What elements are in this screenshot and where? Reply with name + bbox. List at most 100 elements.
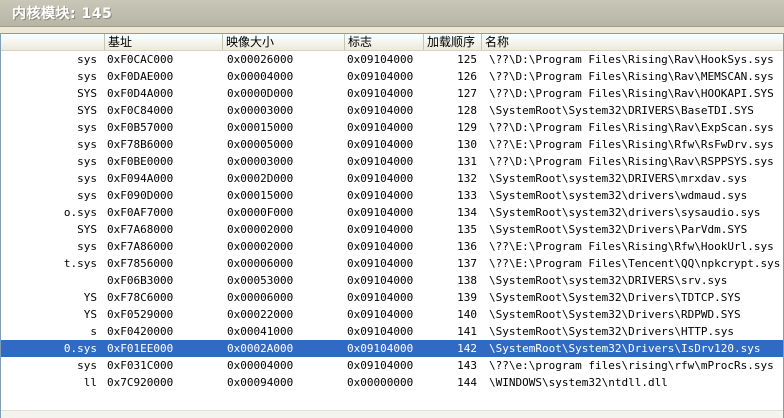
load-order-cell: 142 — [457, 342, 477, 355]
table-row-selected[interactable]: 0.sys 0xF01EE000 0x0002A000 0x09104000 142 \S… — [1, 340, 783, 357]
table-row[interactable]: 0xF06B3000 0x00053000 0x09104000 138 \System… — [1, 272, 783, 289]
flags-cell: 0x09104000 — [347, 87, 414, 100]
list-header: 基址 映像大小 标志 加载顺序 名称 — [1, 34, 783, 51]
base-address-cell: 0xF090D000 — [107, 189, 174, 202]
base-address-cell: 0xF094A000 — [107, 172, 174, 185]
list-rows: sys 0xF0CAC000 0x00026000 0x09104000 125 \??\… — [1, 51, 783, 391]
table-row[interactable]: sys 0xF7A86000 0x00002000 0x09104000 136 \??\… — [1, 238, 783, 255]
table-row[interactable]: sys 0xF031C000 0x00004000 0x09104000 143 \??\… — [1, 357, 783, 374]
table-row[interactable]: SYS 0xF0D4A000 0x0000D000 0x09104000 127 \??\… — [1, 85, 783, 102]
load-order-cell: 127 — [457, 87, 477, 100]
module-name-cell: t.sys — [63, 257, 97, 270]
column-header-size[interactable]: 映像大小 — [223, 34, 345, 50]
load-order-cell: 133 — [457, 189, 477, 202]
module-path-cell: \SystemRoot\System32\Drivers\TDTCP.SYS — [489, 291, 741, 304]
load-order-cell: 144 — [457, 376, 477, 389]
module-name-cell: ll — [83, 376, 97, 389]
module-name-cell: sys — [77, 240, 97, 253]
base-address-cell: 0xF0BE0000 — [107, 155, 174, 168]
column-header-load-order[interactable]: 加载顺序 — [424, 34, 482, 50]
table-row[interactable]: SYS 0xF0C84000 0x00003000 0x09104000 128 \Sys… — [1, 102, 783, 119]
flags-cell: 0x09104000 — [347, 138, 414, 151]
column-header-flags[interactable]: 标志 — [345, 34, 424, 50]
table-row[interactable]: sys 0xF0CAC000 0x00026000 0x09104000 125 \??\… — [1, 51, 783, 68]
base-address-cell: 0xF7856000 — [107, 257, 174, 270]
base-address-cell: 0xF0B57000 — [107, 121, 174, 134]
table-row[interactable]: ll 0x7C920000 0x00094000 0x00000000 144 \WIND… — [1, 374, 783, 391]
image-size-cell: 0x00002000 — [227, 240, 294, 253]
load-order-cell: 134 — [457, 206, 477, 219]
table-row[interactable]: o.sys 0xF0AF7000 0x0000F000 0x09104000 134 \S… — [1, 204, 783, 221]
module-path-cell: \SystemRoot\system32\DRIVERS\mrxdav.sys — [489, 172, 748, 185]
module-name-cell: YS — [83, 291, 97, 304]
module-path-cell: \SystemRoot\system32\drivers\wdmaud.sys — [489, 189, 748, 202]
module-path-cell: \SystemRoot\System32\Drivers\RDPWD.SYS — [489, 308, 741, 321]
flags-cell: 0x09104000 — [347, 274, 414, 287]
table-row[interactable]: SYS 0xF7A68000 0x00002000 0x09104000 135 \Sys… — [1, 221, 783, 238]
horizontal-scrollbar[interactable] — [1, 410, 783, 418]
load-order-cell: 126 — [457, 70, 477, 83]
module-path-cell: \??\e:\program files\rising\rfw\mProcRs.… — [489, 359, 774, 372]
module-path-cell: \??\E:\Program Files\Rising\Rfw\HookUrl.… — [489, 240, 774, 253]
flags-cell: 0x00000000 — [347, 376, 414, 389]
module-path-cell: \SystemRoot\system32\drivers\sysaudio.sy… — [489, 206, 761, 219]
table-row[interactable]: s 0xF0420000 0x00041000 0x09104000 141 \Syste… — [1, 323, 783, 340]
module-path-cell: \SystemRoot\System32\Drivers\IsDrv120.sy… — [489, 342, 761, 355]
base-address-cell: 0xF7A86000 — [107, 240, 174, 253]
table-row[interactable]: sys 0xF0BE0000 0x00003000 0x09104000 131 \??\… — [1, 153, 783, 170]
image-size-cell: 0x0002D000 — [227, 172, 294, 185]
base-address-cell: 0xF0D4A000 — [107, 87, 174, 100]
image-size-cell: 0x00015000 — [227, 189, 294, 202]
load-order-cell: 131 — [457, 155, 477, 168]
image-size-cell: 0x00041000 — [227, 325, 294, 338]
column-header-module[interactable] — [1, 34, 105, 50]
kernel-module-list[interactable]: 基址 映像大小 标志 加载顺序 名称 sys 0xF0CAC000 0x000260… — [0, 33, 784, 418]
flags-cell: 0x09104000 — [347, 325, 414, 338]
column-header-path[interactable]: 名称 — [482, 34, 783, 50]
flags-cell: 0x09104000 — [347, 291, 414, 304]
load-order-cell: 139 — [457, 291, 477, 304]
image-size-cell: 0x0002A000 — [227, 342, 294, 355]
table-row[interactable]: YS 0xF0529000 0x00022000 0x09104000 140 \Syst… — [1, 306, 783, 323]
module-name-cell: SYS — [77, 104, 97, 117]
flags-cell: 0x09104000 — [347, 308, 414, 321]
image-size-cell: 0x0000D000 — [227, 87, 294, 100]
base-address-cell: 0xF0DAE000 — [107, 70, 174, 83]
base-address-cell: 0xF0C84000 — [107, 104, 174, 117]
load-order-cell: 138 — [457, 274, 477, 287]
module-path-cell: \SystemRoot\System32\Drivers\HTTP.sys — [489, 325, 735, 338]
flags-cell: 0x09104000 — [347, 257, 414, 270]
module-name-cell: s — [90, 325, 97, 338]
title-bar: 内核模块: 145 — [0, 0, 784, 27]
base-address-cell: 0xF78C6000 — [107, 291, 174, 304]
load-order-cell: 137 — [457, 257, 477, 270]
table-row[interactable]: sys 0xF78B6000 0x00005000 0x09104000 130 \??\… — [1, 136, 783, 153]
module-path-cell: \??\D:\Program Files\Rising\Rav\ExpScan.… — [489, 121, 774, 134]
image-size-cell: 0x0000F000 — [227, 206, 294, 219]
image-size-cell: 0x00006000 — [227, 257, 294, 270]
flags-cell: 0x09104000 — [347, 240, 414, 253]
module-name-cell: sys — [77, 155, 97, 168]
flags-cell: 0x09104000 — [347, 53, 414, 66]
module-name-cell: sys — [77, 359, 97, 372]
image-size-cell: 0x00004000 — [227, 359, 294, 372]
load-order-cell: 135 — [457, 223, 477, 236]
image-size-cell: 0x00004000 — [227, 70, 294, 83]
flags-cell: 0x09104000 — [347, 155, 414, 168]
image-size-cell: 0x00002000 — [227, 223, 294, 236]
flags-cell: 0x09104000 — [347, 189, 414, 202]
load-order-cell: 125 — [457, 53, 477, 66]
table-row[interactable]: sys 0xF0B57000 0x00015000 0x09104000 129 \??\… — [1, 119, 783, 136]
table-row[interactable]: sys 0xF090D000 0x00015000 0x09104000 133 \Sys… — [1, 187, 783, 204]
flags-cell: 0x09104000 — [347, 206, 414, 219]
table-row[interactable]: sys 0xF0DAE000 0x00004000 0x09104000 126 \??\… — [1, 68, 783, 85]
load-order-cell: 132 — [457, 172, 477, 185]
table-row[interactable]: t.sys 0xF7856000 0x00006000 0x09104000 137 \?… — [1, 255, 783, 272]
column-header-base[interactable]: 基址 — [105, 34, 223, 50]
module-path-cell: \??\D:\Program Files\Rising\Rav\MEMSCAN.… — [489, 70, 774, 83]
table-row[interactable]: YS 0xF78C6000 0x00006000 0x09104000 139 \Syst… — [1, 289, 783, 306]
module-name-cell: SYS — [77, 223, 97, 236]
image-size-cell: 0x00005000 — [227, 138, 294, 151]
base-address-cell: 0xF0529000 — [107, 308, 174, 321]
table-row[interactable]: sys 0xF094A000 0x0002D000 0x09104000 132 \Sys… — [1, 170, 783, 187]
